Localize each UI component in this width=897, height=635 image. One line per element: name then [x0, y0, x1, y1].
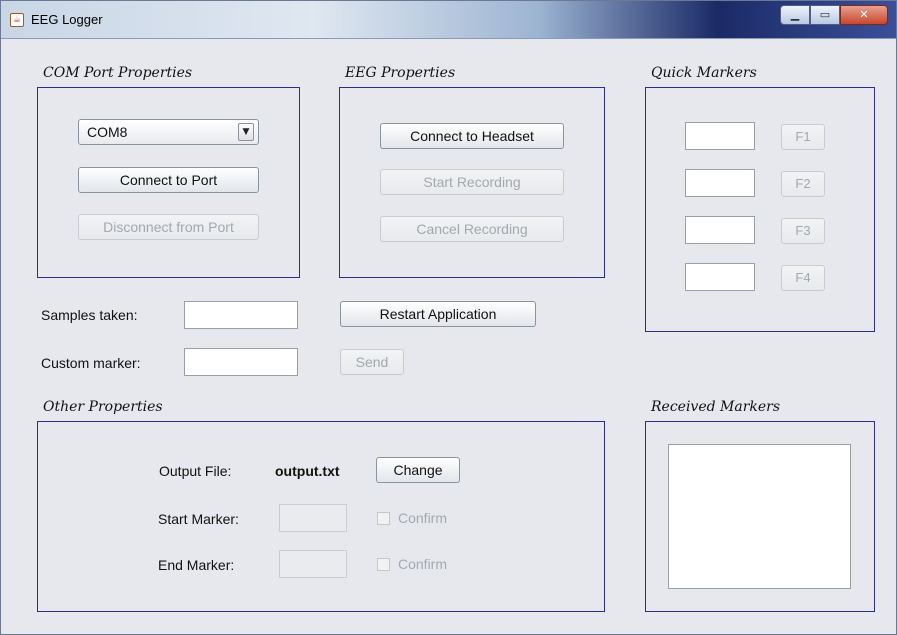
start-marker-label: Start Marker: — [158, 511, 239, 527]
quick-marker-f1-input[interactable] — [685, 122, 755, 150]
cancel-recording-button[interactable]: Cancel Recording — [380, 216, 564, 242]
window-controls: ▁ ▭ ✕ — [780, 5, 888, 25]
maximize-button[interactable]: ▭ — [810, 5, 840, 25]
output-file-label: Output File: — [159, 463, 232, 479]
minimize-button[interactable]: ▁ — [780, 5, 810, 25]
disconnect-from-port-button[interactable]: Disconnect from Port — [78, 214, 259, 240]
start-recording-button[interactable]: Start Recording — [380, 169, 564, 195]
send-button[interactable]: Send — [340, 349, 404, 375]
window-title: EEG Logger — [31, 12, 103, 27]
f2-button[interactable]: F2 — [781, 171, 825, 197]
received-markers-group-label: Received Markers — [651, 399, 781, 415]
java-cup-icon: ☕ — [10, 13, 24, 27]
quick-marker-f3-input[interactable] — [685, 216, 755, 244]
start-marker-confirm-label: Confirm — [398, 510, 448, 526]
title-bar[interactable]: ☕ EEG Logger ▁ ▭ ✕ — [1, 1, 896, 39]
quick-marker-f4-input[interactable] — [685, 263, 755, 291]
com-port-select[interactable]: COM8 ▼ — [78, 119, 259, 145]
connect-to-port-button[interactable]: Connect to Port — [78, 167, 259, 193]
f1-button[interactable]: F1 — [781, 124, 825, 150]
end-marker-confirm-checkbox[interactable] — [377, 558, 390, 571]
f4-button[interactable]: F4 — [781, 265, 825, 291]
end-marker-label: End Marker: — [158, 557, 235, 573]
quick-marker-f2-input[interactable] — [685, 169, 755, 197]
start-marker-input[interactable] — [279, 504, 347, 532]
samples-taken-label: Samples taken: — [41, 307, 138, 323]
custom-marker-input[interactable] — [184, 348, 298, 376]
end-marker-confirm-label: Confirm — [398, 556, 448, 572]
quick-markers-group-label: Quick Markers — [651, 65, 757, 81]
start-marker-confirm-checkbox[interactable] — [377, 512, 390, 525]
f3-button[interactable]: F3 — [781, 218, 825, 244]
close-button[interactable]: ✕ — [840, 5, 888, 25]
restart-application-button[interactable]: Restart Application — [340, 301, 536, 327]
other-properties-group-label: Other Properties — [43, 399, 163, 415]
chevron-down-icon[interactable]: ▼ — [238, 123, 254, 141]
com-port-select-value: COM8 — [87, 124, 128, 140]
com-port-group-label: COM Port Properties — [43, 65, 193, 81]
output-file-value: output.txt — [275, 463, 340, 479]
end-marker-input[interactable] — [279, 550, 347, 578]
received-markers-list[interactable] — [668, 444, 851, 589]
eeg-group-label: EEG Properties — [345, 65, 456, 81]
samples-taken-field[interactable] — [184, 301, 298, 329]
custom-marker-label: Custom marker: — [41, 355, 141, 371]
eeg-logger-window: ☕ EEG Logger ▁ ▭ ✕ COM Port Properties C… — [0, 0, 897, 635]
connect-to-headset-button[interactable]: Connect to Headset — [380, 123, 564, 149]
change-output-file-button[interactable]: Change — [376, 457, 460, 483]
quick-markers-group — [645, 87, 875, 332]
